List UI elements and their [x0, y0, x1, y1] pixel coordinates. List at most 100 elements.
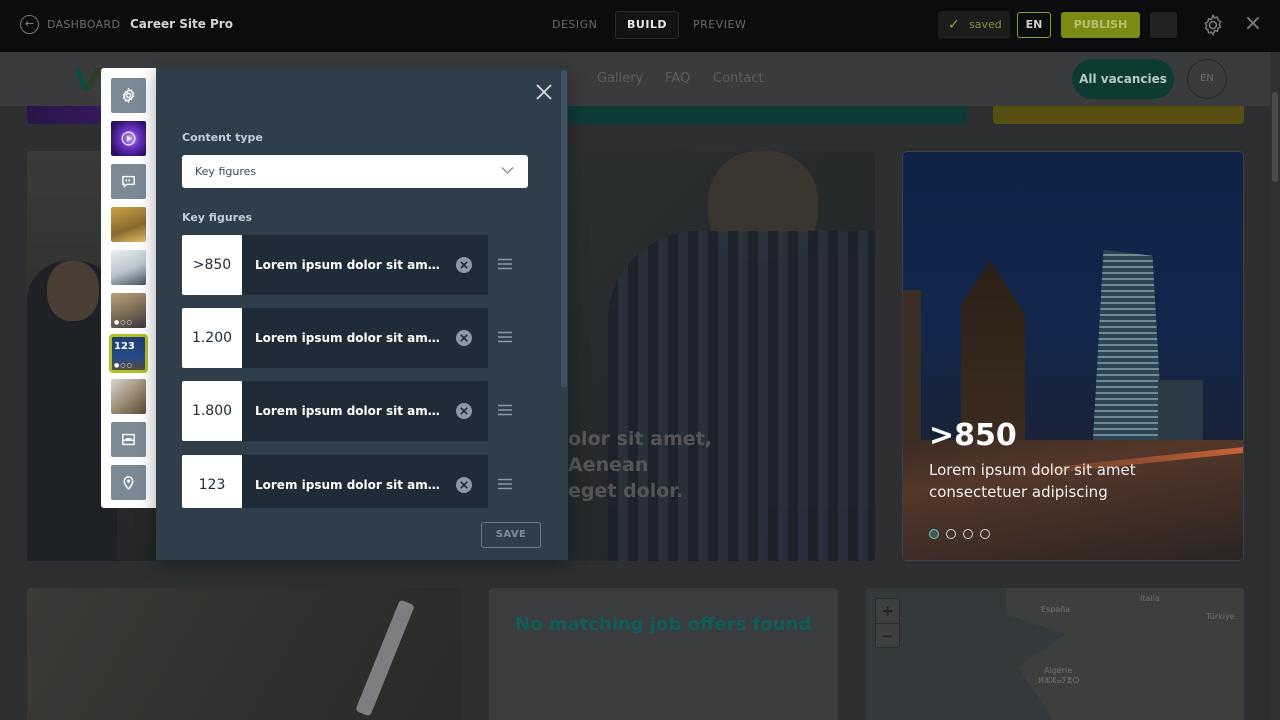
map-label: España	[1041, 605, 1071, 614]
key-figure-value[interactable]: >850	[182, 235, 242, 295]
slider-pagination	[929, 524, 997, 539]
slider-figure: >850	[929, 418, 1017, 453]
tile-text-line: olor sit amet,	[568, 428, 712, 450]
quote-bubble-icon	[122, 175, 135, 188]
nav-contact[interactable]: Contact	[713, 71, 764, 86]
nav-gallery[interactable]: Gallery	[597, 71, 643, 86]
slider-dot[interactable]	[946, 529, 956, 539]
gear-icon	[122, 87, 135, 104]
section-thumbnail-rail: ●○○ 123 ●○○	[101, 68, 156, 508]
rail-image-thumb[interactable]	[111, 379, 146, 414]
content-type-value: Key figures	[195, 165, 257, 178]
dashboard-link[interactable]: DASHBOARD	[47, 18, 120, 31]
image-tile-text[interactable]: olor sit amet, Aenean eget dolor.	[568, 151, 875, 561]
tab-preview[interactable]: PREVIEW	[693, 18, 746, 31]
rail-image-thumb[interactable]	[111, 207, 146, 242]
zoom-in-button[interactable]: +	[876, 599, 899, 623]
job-offers-tile	[489, 588, 838, 720]
key-figure-text[interactable]: Lorem ipsum dolor sit amet consectetuer …	[255, 235, 447, 295]
section-strip	[568, 106, 967, 124]
building	[961, 260, 1025, 440]
building	[1158, 380, 1203, 440]
rail-slider-thumb[interactable]: ●○○	[111, 293, 146, 328]
drag-handle-icon[interactable]	[498, 478, 512, 490]
remove-icon[interactable]	[455, 476, 473, 494]
logo-icon	[74, 68, 102, 90]
key-figure-value[interactable]: 1.800	[182, 381, 242, 441]
no-jobs-message: No matching job offers found	[515, 614, 812, 635]
slider-dot[interactable]	[929, 529, 939, 539]
chevron-down-icon	[501, 166, 514, 175]
panel-scrollbar[interactable]	[561, 70, 567, 388]
content-type-label: Content type	[182, 131, 263, 144]
check-icon: ✓	[948, 17, 960, 33]
rail-map[interactable]	[111, 465, 146, 500]
map-label: ⵍⵣⵣⴰⵢⴻⵔ	[1038, 676, 1080, 685]
close-icon[interactable]	[534, 82, 554, 102]
back-arrow-icon[interactable]: ←	[20, 15, 39, 34]
site-name: Career Site Pro	[130, 17, 233, 31]
language-button[interactable]: EN	[1017, 12, 1051, 38]
key-figure-text[interactable]: Lorem ipsum dolor sit amet consectetuer …	[255, 455, 447, 515]
content-type-select[interactable]: Key figures	[182, 155, 528, 188]
building	[903, 290, 921, 440]
rail-testimonial[interactable]	[111, 164, 146, 199]
image-tile-pen[interactable]	[27, 588, 461, 720]
key-figure-row: 123 Lorem ipsum dolor sit amet consectet…	[182, 455, 512, 508]
slider-dot[interactable]	[980, 529, 990, 539]
page-scrollbar[interactable]	[1270, 52, 1280, 720]
key-figure-text[interactable]: Lorem ipsum dolor sit amet consectetuer …	[255, 308, 447, 368]
rail-jobs[interactable]	[111, 422, 146, 457]
slider-dots: ●○○	[114, 319, 133, 326]
play-icon	[121, 131, 136, 146]
site-language-button[interactable]: EN	[1187, 59, 1227, 99]
key-figure-row: 1.200 Lorem ipsum dolor sit amet consect…	[182, 308, 512, 368]
map-zoom-control: + −	[875, 598, 900, 648]
drag-handle-icon[interactable]	[498, 404, 512, 416]
save-button[interactable]: SAVE	[481, 522, 541, 548]
close-icon[interactable]: ×	[1242, 13, 1264, 35]
saved-label: saved	[969, 18, 1002, 31]
tile-text-line: Aenean	[568, 454, 649, 476]
thumb-badge: 123	[114, 341, 135, 352]
remove-icon[interactable]	[455, 256, 473, 274]
remove-icon[interactable]	[455, 329, 473, 347]
location-pin-icon	[123, 476, 134, 490]
rail-settings[interactable]	[111, 78, 146, 113]
checked-shirt	[608, 231, 875, 561]
tile-text: olor sit amet, Aenean eget dolor.	[568, 426, 712, 504]
key-figures-label: Key figures	[182, 211, 253, 224]
zoom-out-button[interactable]: −	[876, 623, 899, 647]
key-figure-text[interactable]: Lorem ipsum dolor sit amet consectetuer …	[255, 381, 447, 441]
remove-icon[interactable]	[455, 402, 473, 420]
key-figure-value[interactable]: 123	[182, 455, 242, 508]
pen	[355, 599, 415, 717]
drag-handle-icon[interactable]	[498, 258, 512, 270]
tab-build[interactable]: BUILD	[615, 11, 680, 39]
tab-design[interactable]: DESIGN	[552, 18, 597, 31]
map-label: Algérie	[1044, 666, 1073, 675]
map-label: Italia	[1140, 594, 1160, 603]
map-label: Türkiye	[1206, 612, 1235, 621]
rail-video-thumb[interactable]	[111, 121, 146, 156]
key-figure-row: 1.800 Lorem ipsum dolor sit amet consect…	[182, 381, 512, 441]
rail-image-thumb[interactable]	[111, 250, 146, 285]
gear-icon[interactable]	[1201, 13, 1225, 37]
slider-dot[interactable]	[963, 529, 973, 539]
jobs-board-icon	[122, 433, 135, 446]
saved-status: ✓ saved	[938, 11, 1010, 39]
key-figure-row: >850 Lorem ipsum dolor sit amet consecte…	[182, 235, 512, 295]
scrollbar-thumb[interactable]	[1272, 92, 1278, 182]
building	[1093, 250, 1163, 440]
map-tile[interactable]: España Italia Türkiye Algérie ⵍⵣⵣⴰⵢⴻⵔ	[866, 588, 1244, 720]
key-figure-value[interactable]: 1.200	[182, 308, 242, 368]
all-vacancies-button[interactable]: All vacancies	[1072, 59, 1174, 99]
slider-text: Lorem ipsum dolor sit amet consectetuer …	[929, 461, 1136, 501]
section-strip	[993, 106, 1244, 124]
builder-topbar: ← DASHBOARD Career Site Pro DESIGN BUILD…	[0, 0, 1280, 52]
rail-key-figures-thumb[interactable]: 123 ●○○	[109, 334, 148, 373]
nav-faq[interactable]: FAQ	[665, 71, 690, 86]
drag-handle-icon[interactable]	[498, 331, 512, 343]
disabled-button	[1150, 12, 1177, 38]
publish-button[interactable]: PUBLISH	[1061, 12, 1140, 38]
